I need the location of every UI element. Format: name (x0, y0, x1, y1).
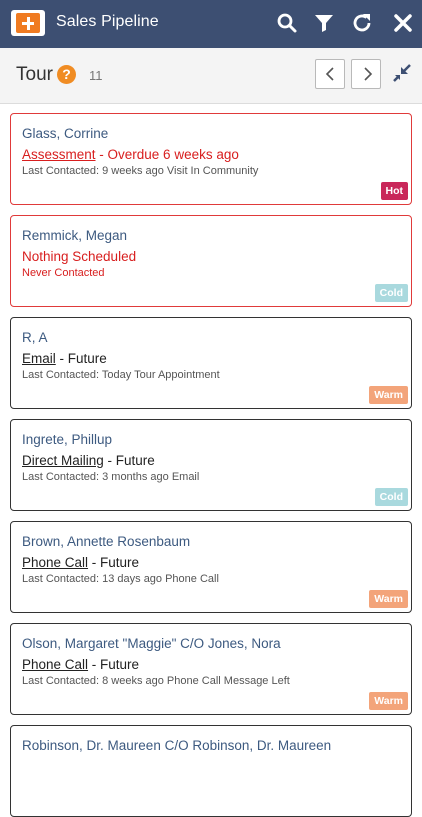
activity-type-link[interactable]: Email (22, 351, 56, 366)
prospect-card[interactable]: Ingrete, Phillup Direct Mailing - Future… (10, 419, 412, 511)
last-contacted: Last Contacted: Today Tour Appointment (22, 369, 220, 381)
help-icon[interactable]: ? (57, 65, 76, 84)
prospect-name[interactable]: Olson, Margaret "Maggie" C/O Jones, Nora (22, 636, 281, 651)
filter-icon[interactable] (312, 11, 336, 35)
activity-status: - Overdue 6 weeks ago (95, 147, 239, 162)
search-icon[interactable] (275, 11, 299, 35)
app-header: Sales Pipeline (0, 0, 422, 48)
last-contacted: Last Contacted: 8 weeks ago Phone Call M… (22, 675, 290, 687)
activity-status: - Future (55, 351, 107, 366)
prospect-card[interactable]: Olson, Margaret "Maggie" C/O Jones, Nora… (10, 623, 412, 715)
temperature-badge: Cold (374, 488, 408, 506)
temperature-badge: Warm (369, 386, 408, 404)
last-contacted: Last Contacted: 9 weeks ago Visit In Com… (22, 165, 259, 177)
temperature-badge: Cold (374, 284, 408, 302)
stage-count: 11 (89, 68, 103, 83)
stage-title: Tour (16, 64, 53, 85)
temperature-badge: Hot (380, 182, 408, 200)
next-activity: Phone Call - Future (22, 657, 139, 672)
prospect-name[interactable]: Glass, Corrine (22, 126, 108, 141)
prospect-card[interactable]: Brown, Annette Rosenbaum Phone Call - Fu… (10, 521, 412, 613)
last-contacted: Never Contacted (22, 267, 105, 279)
prospect-card[interactable]: Robinson, Dr. Maureen C/O Robinson, Dr. … (10, 725, 412, 817)
prospect-name[interactable]: Brown, Annette Rosenbaum (22, 534, 190, 549)
next-activity: Nothing Scheduled (22, 249, 136, 264)
activity-type-link[interactable]: Assessment (22, 147, 96, 162)
previous-button[interactable] (315, 59, 345, 89)
activity-status: - Future (88, 657, 140, 672)
app-title: Sales Pipeline (56, 13, 159, 30)
prospect-name[interactable]: R, A (22, 330, 48, 345)
prospect-card[interactable]: Remmick, Megan Nothing Scheduled Never C… (10, 215, 412, 307)
next-activity: Email - Future (22, 351, 107, 366)
plus-icon (16, 13, 40, 33)
activity-status: - Future (88, 555, 140, 570)
next-button[interactable] (351, 59, 381, 89)
activity-status: - Future (103, 453, 155, 468)
temperature-badge: Warm (369, 590, 408, 608)
chevron-right-icon (364, 67, 373, 81)
prospect-card[interactable]: Glass, Corrine Assessment - Overdue 6 we… (10, 113, 412, 205)
temperature-badge: Warm (369, 692, 408, 710)
last-contacted: Last Contacted: 3 months ago Email (22, 471, 200, 483)
prospect-name[interactable]: Ingrete, Phillup (22, 432, 112, 447)
stage-bar: Tour ? 11 (0, 48, 422, 104)
activity-status: Nothing Scheduled (22, 249, 137, 264)
close-icon[interactable] (391, 11, 415, 35)
activity-type-link[interactable]: Direct Mailing (22, 453, 104, 468)
next-activity: Phone Call - Future (22, 555, 139, 570)
next-activity: Assessment - Overdue 6 weeks ago (22, 147, 239, 162)
prospect-name[interactable]: Robinson, Dr. Maureen C/O Robinson, Dr. … (22, 738, 331, 753)
collapse-icon[interactable] (390, 61, 414, 85)
activity-type-link[interactable]: Phone Call (22, 657, 88, 672)
prospect-name[interactable]: Remmick, Megan (22, 228, 127, 243)
chevron-left-icon (325, 67, 334, 81)
last-contacted: Last Contacted: 13 days ago Phone Call (22, 573, 219, 585)
refresh-icon[interactable] (350, 11, 374, 35)
add-button[interactable] (11, 10, 45, 36)
next-activity: Direct Mailing - Future (22, 453, 155, 468)
activity-type-link[interactable]: Phone Call (22, 555, 88, 570)
prospect-card[interactable]: R, A Email - Future Last Contacted: Toda… (10, 317, 412, 409)
